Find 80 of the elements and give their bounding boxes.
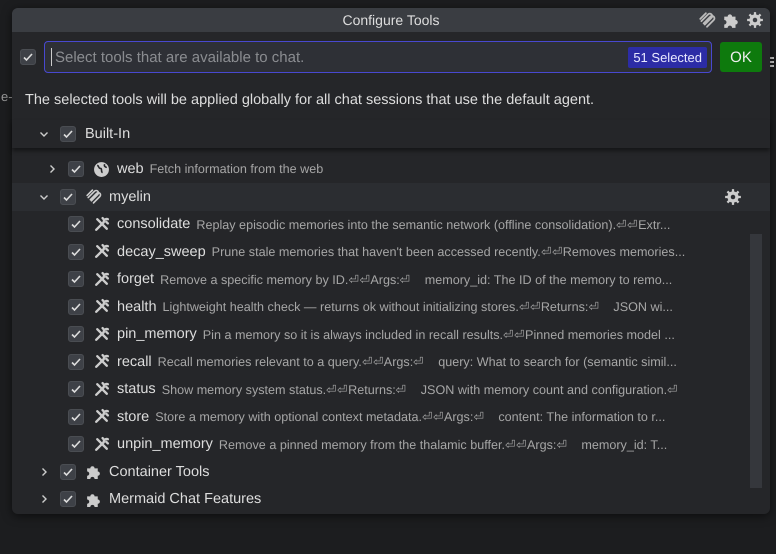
checkbox[interactable]: [68, 436, 84, 452]
tool-description: Prune stale memories that haven't been accessed recently.⏎⏎Removes memories...: [212, 244, 686, 260]
selected-count-badge: 51 Selected: [628, 46, 707, 68]
checkbox[interactable]: [60, 491, 76, 508]
tree-item-label: myelin: [109, 188, 151, 205]
checkbox[interactable]: [68, 161, 84, 178]
tree-item-label[interactable]: Mermaid Chat Features: [109, 491, 262, 508]
tool-description: Store a memory with optional context metadata.⏎⏎Args:⏎ content: The information to r...: [155, 409, 666, 424]
checkbox[interactable]: [68, 244, 84, 260]
tools-icon: [93, 353, 110, 370]
checkmark-icon: [70, 410, 82, 423]
tree-item-label[interactable]: consolidate: [117, 216, 190, 232]
tool-description: Remove a specific memory by ID.⏎⏎Args:⏎ memory_id: The ID of the memory to remo...: [160, 272, 672, 287]
checkbox[interactable]: [68, 271, 84, 288]
checkbox[interactable]: [60, 464, 76, 480]
select-all-checkbox[interactable]: [20, 49, 36, 65]
search-field[interactable]: Select tools that are available to chat. 51 Selected: [44, 41, 712, 73]
checkmark-icon: [22, 51, 34, 63]
tools-icon: [93, 216, 110, 233]
checkmark-icon: [62, 493, 74, 506]
chevron-right-icon[interactable]: [39, 466, 49, 477]
checkmark-icon: [70, 273, 82, 286]
notice-text: The selected tools will be applied globally for all chat sessions that use the default agent.: [24, 91, 596, 110]
tools-icon: [93, 380, 110, 398]
settings-icon[interactable]: [724, 188, 742, 206]
tools-icon: [93, 270, 110, 288]
search-input[interactable]: Select tools that are available to chat.: [53, 48, 628, 66]
tools-icon: [93, 408, 110, 426]
tool-description: Pin a memory so it is always included in recall results.⏎⏎Pinned memories model ...: [202, 326, 675, 342]
checkbox[interactable]: [60, 126, 76, 142]
checkbox[interactable]: [68, 298, 84, 315]
settings-icon[interactable]: [746, 11, 764, 29]
checkmark-icon: [70, 300, 82, 313]
tools-icon: [93, 436, 110, 453]
checkbox[interactable]: [68, 354, 84, 370]
tree-row[interactable]: myelin: [12, 183, 770, 210]
tree-item-label[interactable]: pin_memory: [117, 326, 197, 342]
checkmark-icon: [70, 163, 82, 176]
ok-button[interactable]: OK: [720, 42, 762, 72]
globe-icon: [93, 160, 110, 178]
checkmark-icon: [70, 328, 82, 340]
coil-icon[interactable]: [698, 11, 716, 29]
tree-item-label[interactable]: Built-In: [85, 126, 130, 142]
checkbox[interactable]: [68, 326, 84, 342]
chevron-right-icon[interactable]: [39, 494, 49, 504]
tool-description: Lightweight health check — returns ok without initializing stores.⏎⏎Returns:⏎ JSON wi...: [162, 299, 673, 314]
checkmark-icon: [62, 128, 74, 140]
background-text: e-: [1, 89, 13, 104]
checkbox[interactable]: [60, 188, 76, 205]
tool-description: Show memory system status.⏎⏎Returns:⏎ JSON with memory count and configuration.⏎: [162, 382, 678, 397]
checkbox[interactable]: [68, 408, 84, 425]
checkmark-icon: [62, 190, 74, 203]
tree-item-label[interactable]: store: [117, 408, 150, 425]
checkmark-icon: [70, 383, 82, 396]
coil-icon: [85, 188, 102, 206]
dialog-title: Configure Tools: [342, 12, 440, 28]
checkmark-icon: [70, 246, 82, 258]
tree-item-label[interactable]: health: [117, 298, 157, 315]
checkmark-icon: [70, 356, 82, 368]
checkmark-icon: [62, 466, 74, 478]
tools-icon: [93, 326, 110, 343]
tool-description: Replay episodic memories into the semantic network (offline consolidation).⏎⏎Extr...: [196, 216, 670, 232]
tree-item-label[interactable]: web: [117, 161, 144, 178]
tree-item-label[interactable]: Container Tools: [109, 464, 210, 480]
checkmark-icon: [70, 218, 82, 230]
tools-icon: [93, 243, 110, 260]
checkmark-icon: [70, 438, 82, 450]
tool-description: Fetch information from the web: [150, 162, 324, 176]
tool-description: Remove a pinned memory from the thalamic buffer.⏎⏎Args:⏎ memory_id: T...: [218, 436, 668, 452]
tree-item-label[interactable]: recall: [117, 354, 152, 370]
chevron-right-icon[interactable]: [47, 164, 57, 174]
tree-item-label[interactable]: decay_sweep: [117, 244, 206, 260]
checkbox[interactable]: [68, 216, 84, 232]
tools-icon: [93, 298, 110, 316]
checkbox[interactable]: [68, 381, 84, 398]
tree-item-label[interactable]: unpin_memory: [117, 436, 213, 452]
tree-item-label[interactable]: status: [117, 381, 156, 398]
tool-description: Recall memories relevant to a query.⏎⏎Args:⏎ query: What to search for (semantic simil...: [158, 354, 677, 370]
puzzle-icon: [85, 463, 102, 480]
tree-item-label[interactable]: forget: [117, 271, 154, 288]
